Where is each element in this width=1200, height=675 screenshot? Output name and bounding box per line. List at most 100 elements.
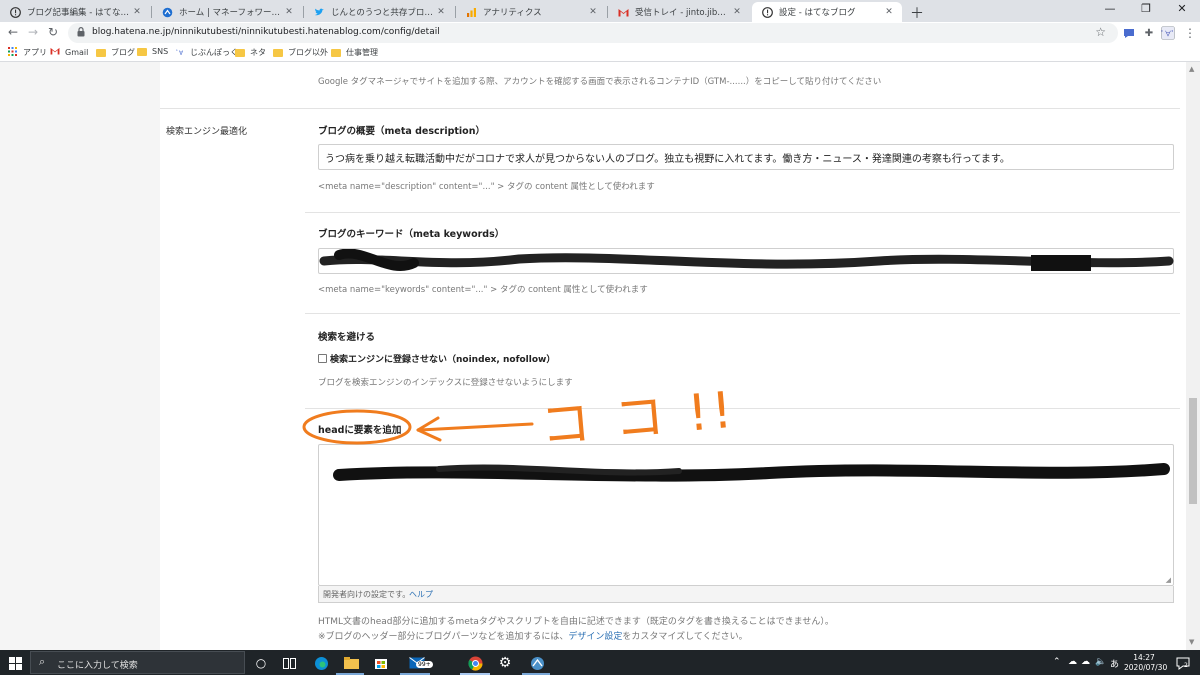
tab-label: 設定 - はてなブログ: [779, 8, 856, 18]
onedrive-icon[interactable]: ☁: [1081, 657, 1090, 667]
clock-date: 2020/07/30: [1124, 663, 1168, 672]
close-icon[interactable]: ✕: [730, 7, 744, 17]
head-elements-textarea[interactable]: ◢: [318, 444, 1174, 586]
noindex-checkbox-label[interactable]: 検索エンジンに登録させない（noindex, nofollow）: [330, 352, 555, 365]
bookmark-label: 仕事管理: [346, 48, 378, 57]
close-icon[interactable]: ✕: [586, 7, 600, 17]
gtm-hint: Google タグマネージャでサイトを追加する際、アカウントを確認する画面で表示…: [318, 77, 882, 87]
bookmark-label: ブログ: [111, 48, 135, 57]
store-icon[interactable]: [372, 654, 390, 672]
meta-keywords-input[interactable]: [318, 248, 1174, 274]
tray-chevron-icon[interactable]: ⌃: [1053, 657, 1061, 667]
tab-blog-edit[interactable]: ブログ記事編集 - はてなブログ ✕: [0, 2, 150, 22]
bookmark-label: Gmail: [65, 47, 89, 57]
bookmark-label: アプリ: [23, 48, 47, 57]
tab-gmail[interactable]: 受信トレイ - jinto.jibunpock@gma ✕: [608, 2, 750, 22]
edge-icon[interactable]: [312, 654, 330, 672]
noindex-checkbox[interactable]: [318, 354, 327, 363]
settings-page: Google タグマネージャでサイトを追加する際、アカウントを確認する画面で表示…: [0, 62, 1186, 650]
profile-avatar[interactable]: ﾟ∀ﾟ: [1160, 25, 1176, 41]
taskbar: ⌕ ここに入力して検索 ○ 99+ ⚙ ⌃ ☁ ☁ 🔈 あ 14:27 2020…: [0, 650, 1200, 675]
scroll-down-icon[interactable]: ▼: [1189, 638, 1194, 646]
windows-start-icon[interactable]: [6, 654, 24, 672]
back-button[interactable]: ←: [8, 25, 18, 39]
head-elements-hint-1: HTML文書のhead部分に追加するmetaタグやスクリプトを自由に記述できます…: [318, 617, 834, 627]
moneyforward-icon: [162, 7, 173, 18]
bookmark-label: ブログ以外: [288, 48, 328, 57]
extensions-icon[interactable]: ✚: [1141, 25, 1157, 41]
cortana-icon[interactable]: ○: [252, 654, 270, 672]
meta-keywords-hint: <meta name="keywords" content="..." > タグ…: [318, 285, 648, 295]
window-close-button[interactable]: ✕: [1164, 2, 1200, 15]
tab-moneyforward[interactable]: ホーム | マネーフォワード クラウド勤怠 ✕: [152, 2, 302, 22]
close-icon[interactable]: ✕: [882, 7, 896, 17]
bookmark-jibunpock[interactable]: ﾟ∀ じぶんぽっく: [176, 47, 238, 58]
scrollbar-thumb[interactable]: [1189, 398, 1197, 504]
page-scrollbar[interactable]: ▲ ▼: [1186, 62, 1200, 650]
ime-indicator-icon[interactable]: あ: [1110, 657, 1119, 670]
divider: [305, 212, 1180, 213]
settings-gear-icon[interactable]: ⚙: [496, 654, 514, 672]
scroll-up-icon[interactable]: ▲: [1189, 65, 1194, 73]
restore-button[interactable]: ❐: [1128, 2, 1164, 15]
meta-description-title: ブログの概要（meta description）: [318, 126, 485, 137]
bookmark-folder-sns[interactable]: SNS: [137, 47, 168, 56]
bookmark-gmail[interactable]: Gmail: [50, 47, 88, 57]
tab-label: じんとのうつと共存ブログ×スポーツ: [331, 8, 434, 18]
file-explorer-icon[interactable]: [342, 654, 360, 672]
close-icon[interactable]: ✕: [434, 7, 448, 17]
left-gutter: [0, 62, 160, 650]
help-link[interactable]: ヘルプ: [409, 589, 433, 600]
reload-button[interactable]: ↻: [48, 25, 58, 39]
meta-description-input[interactable]: うつ病を乗り越え転職活動中だがコロナで求人が見つからない人のブログ。独立も視野に…: [318, 144, 1174, 170]
head-elements-footer-bar: 開発者向けの設定です。 ヘルプ: [318, 586, 1174, 603]
mail-icon[interactable]: 99+: [404, 654, 433, 672]
folder-icon: [273, 48, 283, 57]
chrome-icon[interactable]: [466, 654, 484, 672]
forward-button[interactable]: →: [28, 25, 38, 39]
search-placeholder: ここに入力して検索: [57, 661, 138, 671]
minimize-button[interactable]: —: [1092, 2, 1128, 15]
divider: [160, 108, 1180, 109]
bookmark-star-icon[interactable]: ☆: [1095, 25, 1106, 39]
close-icon[interactable]: ✕: [282, 7, 296, 17]
close-icon[interactable]: ✕: [130, 7, 144, 17]
taskbar-clock[interactable]: 14:27 2020/07/30: [1124, 653, 1168, 673]
tab-twitter[interactable]: じんとのうつと共存ブログ×スポーツ ✕: [304, 2, 454, 22]
mail-badge: 99+: [416, 661, 433, 668]
cloud-icon[interactable]: ☁: [1068, 657, 1077, 667]
bookmark-folder-work[interactable]: 仕事管理: [331, 47, 378, 58]
address-bar[interactable]: blog.hatena.ne.jp/ninnikutubesti/ninniku…: [68, 23, 1118, 43]
bookmark-folder-neta[interactable]: ネタ: [235, 47, 266, 58]
bookmark-apps[interactable]: アプリ: [8, 47, 47, 58]
tab-label: 受信トレイ - jinto.jibunpock@gma: [635, 8, 730, 18]
bookmark-folder-other[interactable]: ブログ以外: [273, 47, 328, 58]
url-text: blog.hatena.ne.jp/ninnikutubesti/ninniku…: [92, 27, 440, 37]
speaker-icon[interactable]: 🔈: [1095, 657, 1106, 667]
network-app-icon[interactable]: [528, 654, 546, 672]
tab-settings[interactable]: 設定 - はてなブログ ✕: [752, 2, 902, 22]
search-icon: ⌕: [39, 655, 46, 668]
notification-center-icon[interactable]: 2: [1174, 654, 1192, 672]
tab-analytics[interactable]: アナリティクス ✕: [456, 2, 606, 22]
folder-icon: [96, 48, 106, 57]
redaction-scribble: [319, 249, 1174, 271]
task-view-icon[interactable]: [280, 654, 298, 672]
more-menu-icon[interactable]: ⋮: [1182, 25, 1198, 41]
developer-note: 開発者向けの設定です。: [323, 590, 411, 599]
folder-icon: [137, 47, 147, 56]
head-elements-hint-2: ※ブログのヘッダー部分にブログパーツなどを追加するには、デザイン設定をカスタマイ…: [318, 629, 748, 642]
bookmark-folder-blog[interactable]: ブログ: [96, 47, 135, 58]
resize-handle-icon[interactable]: ◢: [1166, 576, 1171, 584]
hint-prefix: ※ブログのヘッダー部分にブログパーツなどを追加するには、: [318, 632, 569, 642]
new-tab-button[interactable]: ＋: [910, 3, 924, 23]
apps-icon: [8, 47, 18, 58]
lock-icon: [77, 27, 85, 40]
design-settings-link[interactable]: デザイン設定: [568, 632, 622, 642]
tab-label: ブログ記事編集 - はてなブログ: [27, 8, 130, 18]
twitter-icon: [314, 7, 325, 18]
chat-extension-icon[interactable]: [1121, 25, 1137, 41]
toolbar: ← → ↻ blog.hatena.ne.jp/ninnikutubesti/n…: [0, 22, 1200, 44]
taskbar-search-input[interactable]: ⌕ ここに入力して検索: [30, 651, 245, 674]
divider: [305, 313, 1180, 314]
